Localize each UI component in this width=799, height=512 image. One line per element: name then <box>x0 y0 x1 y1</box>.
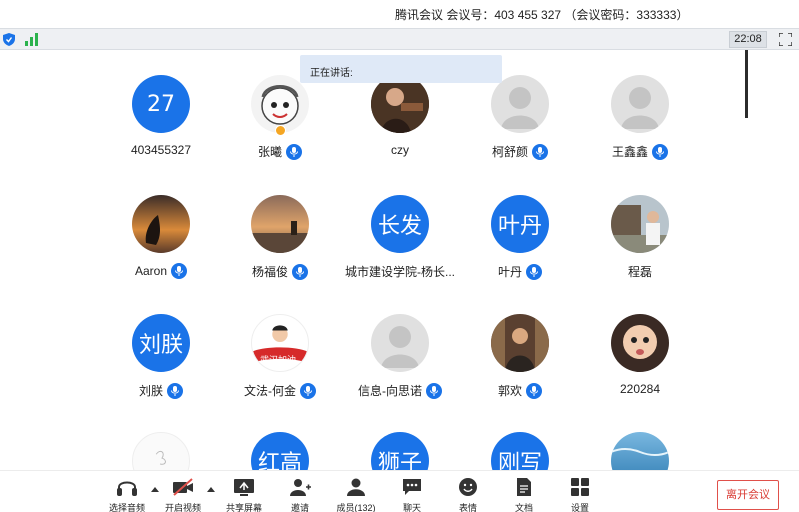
chat-button[interactable]: 聊天 <box>387 477 437 512</box>
chat-label: 聊天 <box>402 503 421 512</box>
members-icon <box>347 478 365 496</box>
scrollbar-thumb[interactable] <box>745 50 748 118</box>
participant-tile[interactable]: 柯舒颜 <box>460 75 580 185</box>
microphone-icon[interactable] <box>426 382 442 399</box>
invite-button[interactable]: 邀请 <box>275 477 325 512</box>
avatar <box>132 432 190 472</box>
emoji-label: 表情 <box>458 503 477 512</box>
share-screen-label: 共享屏幕 <box>225 503 262 512</box>
avatar <box>611 314 669 372</box>
microphone-icon[interactable] <box>292 263 308 280</box>
avatar: 刘朕 <box>132 314 190 372</box>
participant-tile[interactable]: 杨福俊 <box>220 195 340 305</box>
add-user-icon <box>290 479 311 496</box>
avatar-caption: 武汉加油 <box>260 355 297 365</box>
participant-tile[interactable] <box>611 432 669 472</box>
docs-label: 文档 <box>514 503 533 512</box>
participant-name: 文法-何金 <box>244 384 296 398</box>
participant-tile[interactable]: 刘朕 刘朕 <box>101 314 221 424</box>
avatar: 长发 <box>371 195 429 253</box>
participant-name: Aaron <box>134 264 168 278</box>
participant-name: 杨福俊 <box>251 265 288 279</box>
participant-name: 信息-向思诺 <box>358 384 422 398</box>
participant-tile[interactable]: czy <box>340 75 460 185</box>
participant-tile[interactable]: 叶丹 叶丹 <box>460 195 580 305</box>
participant-name: 叶丹 <box>497 265 522 279</box>
video-button[interactable]: 开启视频 <box>158 477 208 512</box>
participant-name: 403455327 <box>130 143 192 157</box>
participant-name: 220284 <box>619 382 661 396</box>
leave-meeting-button[interactable]: 离开会议 <box>717 480 779 510</box>
microphone-icon[interactable] <box>171 263 188 279</box>
avatar <box>611 432 669 472</box>
headset-icon <box>117 481 137 496</box>
avatar: 刚写 <box>491 432 549 472</box>
microphone-icon[interactable] <box>300 382 316 399</box>
avatar <box>611 195 669 253</box>
microphone-icon[interactable] <box>526 263 542 280</box>
default-avatar-icon <box>611 75 669 133</box>
participant-name: 王鑫鑫 <box>611 145 648 159</box>
settings-grid-icon <box>571 478 589 496</box>
participant-name: 柯舒颜 <box>491 145 528 159</box>
smiley-icon <box>459 478 477 496</box>
participant-name: 刘朕 <box>138 384 163 398</box>
speaking-indicator: 正在讲话: <box>300 55 502 83</box>
participant-tile[interactable]: 张曦 <box>220 75 340 185</box>
host-badge-icon <box>275 125 286 136</box>
video-options-caret-icon[interactable] <box>207 487 215 492</box>
participant-tile[interactable]: 狮子 <box>371 432 429 472</box>
members-label: 成员(132) <box>336 503 376 512</box>
default-avatar-icon <box>491 75 549 133</box>
settings-label: 设置 <box>570 503 589 512</box>
avatar <box>132 195 190 253</box>
avatar: 狮子 <box>371 432 429 472</box>
document-icon <box>517 478 531 496</box>
participant-tile[interactable]: 220284 <box>580 314 700 424</box>
video-label: 开启视频 <box>164 503 201 512</box>
participant-tile[interactable] <box>132 432 190 472</box>
participant-tile[interactable]: Aaron <box>101 195 221 305</box>
avatar <box>491 314 549 372</box>
avatar <box>251 195 309 253</box>
microphone-icon[interactable] <box>652 143 668 160</box>
participant-name: 程磊 <box>627 265 652 279</box>
video-off-icon <box>173 478 193 496</box>
avatar: 叶丹 <box>491 195 549 253</box>
participant-tile[interactable]: 武汉加油 文法-何金 <box>220 314 340 424</box>
participant-tile[interactable]: 郭欢 <box>460 314 580 424</box>
participant-name: 张曦 <box>257 145 282 159</box>
audio-button[interactable]: 选择音频 <box>102 477 152 512</box>
participant-name: 郭欢 <box>497 384 522 398</box>
members-button[interactable]: 成员(132) <box>331 477 381 512</box>
microphone-icon[interactable] <box>286 143 302 160</box>
participant-tile[interactable]: 长发 城市建设学院-杨长... <box>340 195 460 305</box>
invite-label: 邀请 <box>290 503 309 512</box>
avatar: 红高 <box>251 432 309 472</box>
audio-label: 选择音频 <box>108 503 145 512</box>
meeting-toolbar: 选择音频 开启视频 共享屏幕 邀请 成员(132) 聊天 表情 文档 设置 离开… <box>0 470 799 512</box>
avatar: 27 <box>132 75 190 133</box>
participant-tile[interactable]: 王鑫鑫 <box>580 75 700 185</box>
participant-tile[interactable]: 信息-向思诺 <box>340 314 460 424</box>
participant-tile[interactable]: 刚写 <box>491 432 549 472</box>
share-screen-button[interactable]: 共享屏幕 <box>219 477 269 512</box>
emoji-button[interactable]: 表情 <box>443 477 493 512</box>
microphone-icon[interactable] <box>167 382 183 399</box>
participant-tile[interactable]: 程磊 <box>580 195 700 305</box>
settings-button[interactable]: 设置 <box>555 477 605 512</box>
microphone-icon[interactable] <box>532 143 548 160</box>
default-avatar-icon <box>371 314 429 372</box>
participant-tile[interactable]: 27 403455327 <box>101 75 221 185</box>
microphone-icon[interactable] <box>526 382 542 399</box>
participant-tile[interactable]: 红高 <box>251 432 309 472</box>
docs-button[interactable]: 文档 <box>499 477 549 512</box>
share-screen-icon <box>234 479 254 496</box>
avatar <box>371 75 429 133</box>
avatar: 武汉加油 <box>251 314 309 372</box>
participant-name: 城市建设学院-杨长... <box>345 265 455 279</box>
participant-name: czy <box>391 143 409 157</box>
chat-icon <box>403 479 421 495</box>
